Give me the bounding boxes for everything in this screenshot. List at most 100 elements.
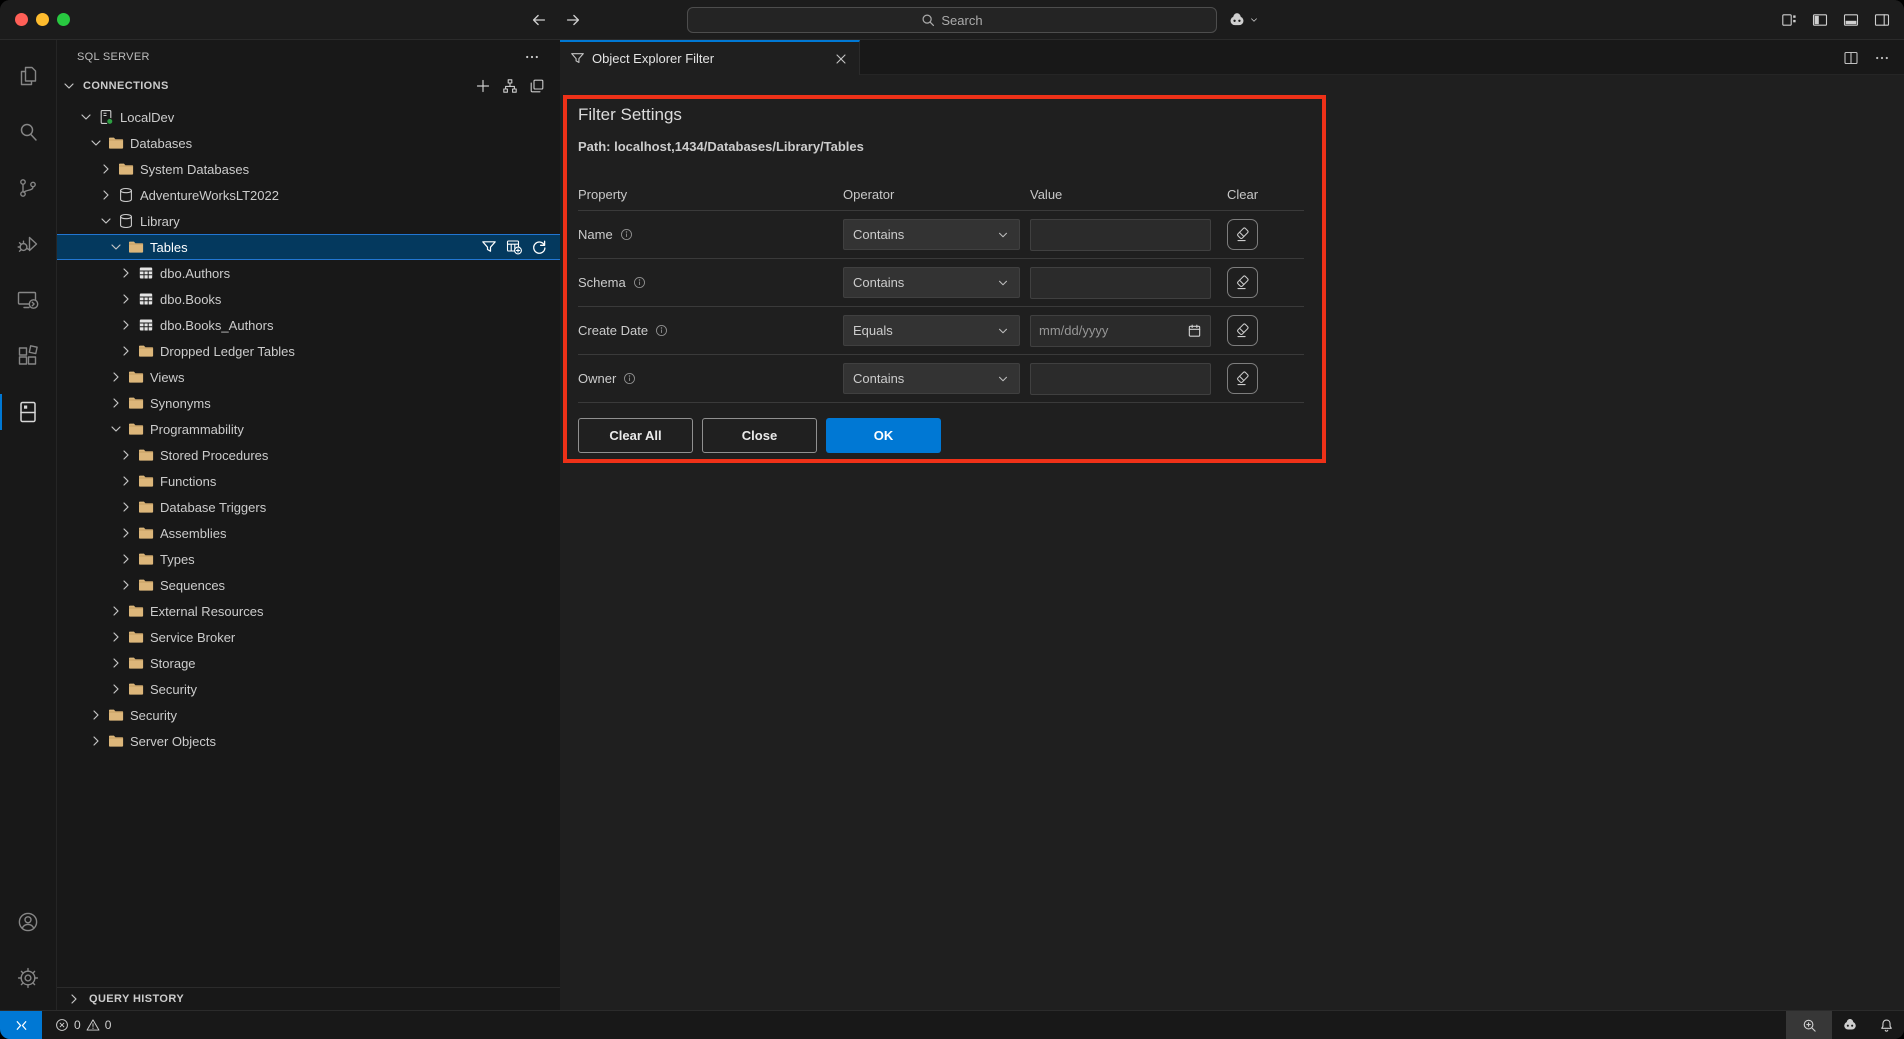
- tree-item[interactable]: Synonyms: [57, 390, 560, 416]
- tree-item[interactable]: LocalDev: [57, 104, 560, 130]
- connections-section-header[interactable]: CONNECTIONS: [57, 74, 560, 98]
- activity-item-sql-server[interactable]: [0, 384, 56, 440]
- sidebar-more-actions-icon[interactable]: [524, 49, 540, 65]
- chevron-icon: [118, 343, 134, 359]
- tree-item[interactable]: Databases: [57, 130, 560, 156]
- ok-button[interactable]: OK: [826, 418, 941, 453]
- close-tab-icon[interactable]: [833, 51, 849, 67]
- zoom-status-item[interactable]: [1786, 1011, 1832, 1039]
- tree-item[interactable]: Library: [57, 208, 560, 234]
- toggle-secondary-sidebar-icon[interactable]: [1874, 12, 1890, 28]
- folder-icon: [108, 733, 124, 749]
- close-button[interactable]: Close: [702, 418, 817, 453]
- tree-item[interactable]: Service Broker: [57, 624, 560, 650]
- tab-object-explorer-filter[interactable]: Object Explorer Filter: [560, 40, 860, 75]
- chevron-icon: [98, 213, 114, 229]
- folder-icon: [138, 343, 154, 359]
- operator-value: Contains: [853, 275, 904, 290]
- tree-item[interactable]: External Resources: [57, 598, 560, 624]
- editor-more-actions-icon[interactable]: [1874, 50, 1890, 66]
- zoom-window-button[interactable]: [57, 13, 70, 26]
- query-history-section-header[interactable]: QUERY HISTORY: [57, 987, 560, 1010]
- filter-property-label: Name: [578, 227, 613, 242]
- filter-property-label: Owner: [578, 371, 616, 386]
- history-nav: [530, 0, 582, 40]
- tree-item[interactable]: Types: [57, 546, 560, 572]
- activity-item-extensions[interactable]: [0, 328, 56, 384]
- tree-item[interactable]: Sequences: [57, 572, 560, 598]
- tree-item[interactable]: Dropped Ledger Tables: [57, 338, 560, 364]
- tree-item[interactable]: Storage: [57, 650, 560, 676]
- problems-status[interactable]: 0 0: [55, 1018, 111, 1032]
- tree-item[interactable]: dbo.Authors: [57, 260, 560, 286]
- tree-item[interactable]: Tables: [57, 234, 560, 260]
- new-table-icon[interactable]: [506, 239, 522, 255]
- clear-row-button[interactable]: [1227, 219, 1258, 250]
- activity-item-account[interactable]: [0, 894, 56, 950]
- tree-item[interactable]: Security: [57, 702, 560, 728]
- tree-item-label: dbo.Books_Authors: [160, 318, 273, 333]
- clear-all-button[interactable]: Clear All: [578, 418, 693, 453]
- add-connection-icon[interactable]: [475, 78, 491, 94]
- operator-dropdown[interactable]: Contains: [843, 267, 1020, 298]
- tree-item[interactable]: Assemblies: [57, 520, 560, 546]
- activity-item-search[interactable]: [0, 104, 56, 160]
- toggle-panel-icon[interactable]: [1843, 12, 1859, 28]
- tree-item[interactable]: dbo.Books_Authors: [57, 312, 560, 338]
- customize-layout-icon[interactable]: [1781, 12, 1797, 28]
- clear-row-button[interactable]: [1227, 315, 1258, 346]
- operator-dropdown[interactable]: Contains: [843, 219, 1020, 250]
- split-editor-icon[interactable]: [1843, 50, 1859, 66]
- operator-dropdown[interactable]: Equals: [843, 315, 1020, 346]
- refresh-icon[interactable]: [531, 239, 547, 255]
- filter-value-input[interactable]: [1030, 267, 1211, 299]
- activity-item-explorer[interactable]: [0, 48, 56, 104]
- command-search-box[interactable]: Search: [687, 7, 1217, 33]
- operator-value: Contains: [853, 227, 904, 242]
- copilot-menu[interactable]: [1228, 0, 1259, 40]
- folder-icon: [108, 707, 124, 723]
- copilot-status-item[interactable]: [1832, 1011, 1868, 1039]
- folder-icon: [118, 161, 134, 177]
- tree-item[interactable]: Stored Procedures: [57, 442, 560, 468]
- tree-item[interactable]: Functions: [57, 468, 560, 494]
- connection-groups-icon[interactable]: [502, 78, 518, 94]
- clear-row-button[interactable]: [1227, 363, 1258, 394]
- tree-item[interactable]: System Databases: [57, 156, 560, 182]
- close-window-button[interactable]: [15, 13, 28, 26]
- chevron-down-icon: [996, 324, 1010, 338]
- filter-row: Create Date Equals: [578, 307, 1304, 355]
- activity-item-source-control[interactable]: [0, 160, 56, 216]
- tree-item[interactable]: Programmability: [57, 416, 560, 442]
- activity-item-run-debug[interactable]: [0, 216, 56, 272]
- forward-arrow-icon[interactable]: [564, 11, 582, 29]
- toggle-primary-sidebar-icon[interactable]: [1812, 12, 1828, 28]
- column-clear: Clear: [1227, 187, 1304, 202]
- filter-value-input[interactable]: [1030, 363, 1211, 395]
- activity-item-remote-explorer[interactable]: [0, 272, 56, 328]
- operator-dropdown[interactable]: Contains: [843, 363, 1020, 394]
- tree-item[interactable]: AdventureWorksLT2022: [57, 182, 560, 208]
- minimize-window-button[interactable]: [36, 13, 49, 26]
- tree-item[interactable]: Security: [57, 676, 560, 702]
- clear-row-button[interactable]: [1227, 267, 1258, 298]
- connections-label: CONNECTIONS: [83, 80, 169, 92]
- tree-item[interactable]: dbo.Books: [57, 286, 560, 312]
- tree-item[interactable]: Views: [57, 364, 560, 390]
- notifications-status-item[interactable]: [1868, 1011, 1904, 1039]
- calendar-icon[interactable]: [1187, 323, 1202, 338]
- remote-indicator[interactable]: [0, 1011, 42, 1039]
- filter-value-input[interactable]: [1030, 219, 1211, 251]
- tree-item[interactable]: Database Triggers: [57, 494, 560, 520]
- filter-icon[interactable]: [481, 239, 497, 255]
- filter-value-date-input[interactable]: [1030, 315, 1211, 347]
- activity-bar-bottom: [0, 894, 56, 1010]
- tree-item-label: Library: [140, 214, 180, 229]
- tree-item-label: Sequences: [160, 578, 225, 593]
- activity-item-settings[interactable]: [0, 950, 56, 1006]
- duplicate-icon[interactable]: [529, 78, 545, 94]
- workbench: SQL SERVER CONNECTIONS LocalDev Database…: [0, 40, 1904, 1010]
- tree-item[interactable]: Server Objects: [57, 728, 560, 754]
- chevron-icon: [118, 317, 134, 333]
- back-arrow-icon[interactable]: [530, 11, 548, 29]
